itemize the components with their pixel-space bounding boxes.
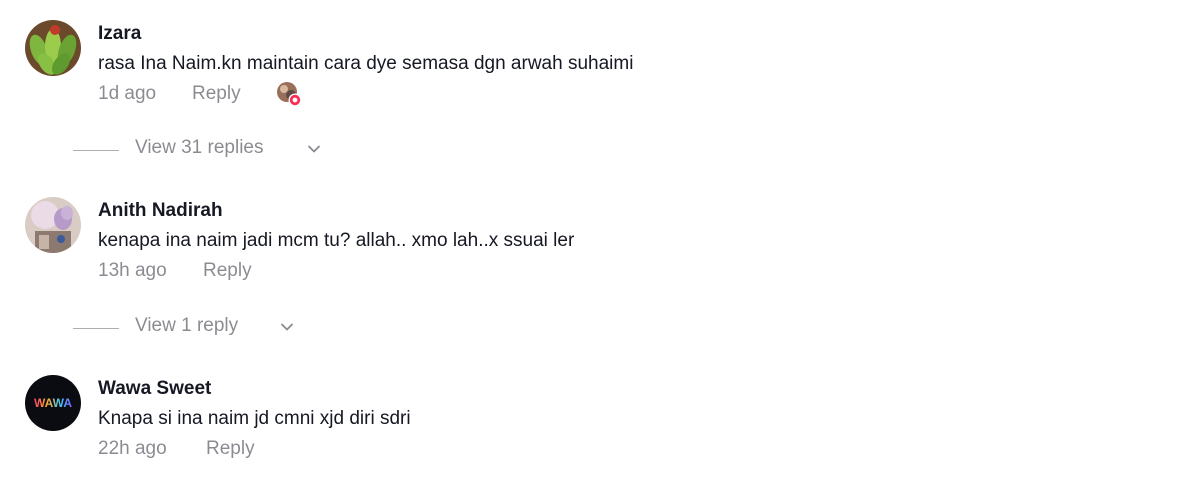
chevron-down-icon <box>281 323 293 331</box>
chevron-down-icon <box>308 145 320 153</box>
avatar[interactable] <box>25 20 81 76</box>
comment-timestamp: 22h ago <box>98 438 167 459</box>
reply-button[interactable]: Reply <box>203 260 252 282</box>
comment-text: kenapa ina naim jadi mcm tu? allah.. xmo… <box>98 230 575 251</box>
comment-username[interactable]: Anith Nadirah <box>98 200 223 222</box>
avatar[interactable] <box>25 197 81 253</box>
divider-line <box>73 150 119 151</box>
view-replies-label: View 1 reply <box>135 315 239 336</box>
view-replies-label: View 31 replies <box>135 137 264 158</box>
reply-button[interactable]: Reply <box>192 83 241 105</box>
avatar-logo-text: WAWA <box>34 396 72 410</box>
divider-line <box>73 328 119 329</box>
creator-avatar-heart-icon <box>277 82 302 107</box>
comment-username[interactable]: Wawa Sweet <box>98 378 211 400</box>
comment-text: Knapa si ina naim jd cmni xjd diri sdri <box>98 408 411 429</box>
comment-username[interactable]: Izara <box>98 23 141 45</box>
comment-text: rasa Ina Naim.kn maintain cara dye semas… <box>98 53 634 74</box>
avatar-image <box>25 197 81 253</box>
comment-timestamp: 13h ago <box>98 260 167 281</box>
creator-liked-badge <box>276 81 302 107</box>
avatar-image <box>25 20 81 76</box>
avatar-image: WAWA <box>25 375 81 431</box>
avatar[interactable]: WAWA <box>25 375 81 431</box>
reply-button[interactable]: Reply <box>206 438 255 460</box>
comment-timestamp: 1d ago <box>98 83 157 104</box>
